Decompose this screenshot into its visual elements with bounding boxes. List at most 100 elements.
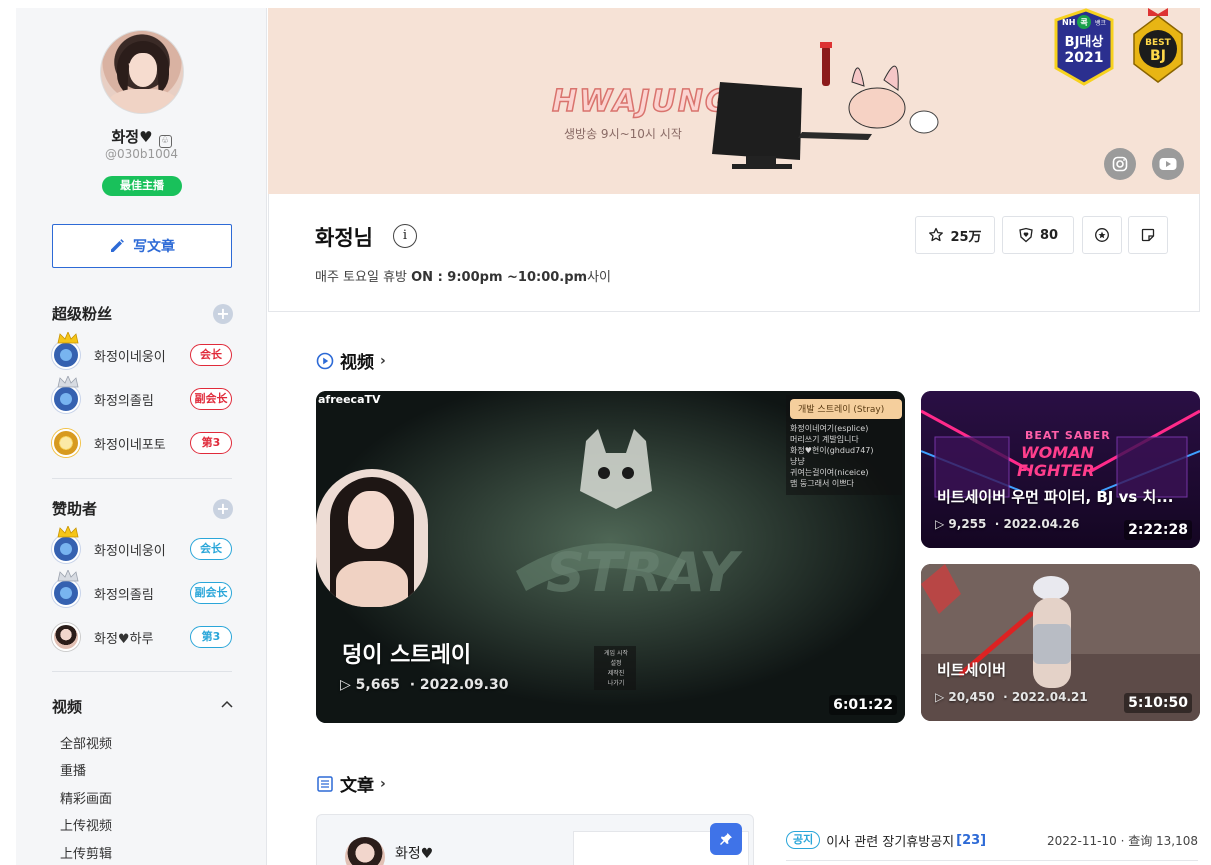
svg-text:STRAY: STRAY [546,541,743,604]
svg-text:NH: NH [1062,18,1075,27]
sponsors-add-button[interactable]: + [213,499,233,519]
sponsor-row[interactable]: 화정이네웅이 会长 [52,526,232,565]
play-circle-icon [316,352,334,369]
video-menu-title[interactable]: 视频 [52,696,82,717]
super-fan-row[interactable]: 화정이네웅이 会长 [52,332,232,371]
chevron-right-icon: › [380,775,386,792]
divider [52,478,232,479]
profile-name: 화정♥ ♧ [16,126,267,148]
fan-role-badge: 副会长 [190,582,232,604]
gold-crown-icon [57,332,79,344]
fan-avatar [52,570,80,607]
sponsors-title: 赞助者 [52,500,98,518]
menu-item-all-videos[interactable]: 全部视频 [60,733,112,752]
super-fans-add-button[interactable]: + [213,304,233,324]
fan-avatar [52,429,80,457]
post-card[interactable]: 화정♥ [316,814,754,865]
svg-text:2021: 2021 [1065,50,1104,66]
fan-avatar [52,526,80,563]
fan-role-badge: 副会长 [190,388,232,410]
svg-text:BEST: BEST [1145,38,1171,48]
posts-section-header[interactable]: 文章 › [316,771,386,796]
videos-section-header[interactable]: 视频 › [316,348,386,373]
divider [786,860,1198,861]
pencil-icon [111,239,124,252]
fan-avatar [52,623,80,651]
menu-item-highlights[interactable]: 精彩画面 [60,788,112,807]
svg-text:BJ: BJ [1150,48,1166,64]
post-author-avatar [345,837,385,865]
subscribe-button[interactable] [1082,216,1122,254]
svg-text:BJ대상: BJ대상 [1065,35,1104,50]
video-duration: 2:22:28 [1124,520,1192,540]
heart-shield-icon [1019,227,1033,243]
station-name: 화정님 [315,226,373,250]
youtube-button[interactable] [1152,148,1184,180]
fan-club-button[interactable]: 80 [1002,216,1074,254]
video-title: 비트세이버 [937,661,1007,679]
video-title: 비트세이버 우먼 파이터, BJ vs 치... [937,488,1174,506]
fan-name: 화정의졸림 [94,587,154,603]
menu-item-replay[interactable]: 重播 [60,760,86,779]
streamer-cam [316,469,428,607]
notice-meta: 2022-11-10 · 查询 13,108 [1046,833,1198,848]
notice-comment-count: [23] [956,832,987,848]
chevron-up-icon[interactable] [220,698,234,712]
video-duration: 6:01:22 [829,695,897,715]
fan-name: 화정의졸림 [94,393,154,409]
fan-role-badge: 第3 [190,432,232,454]
sponsor-row[interactable]: 화정♥하루 第3 [52,621,232,653]
instagram-button[interactable] [1104,148,1136,180]
video-meta: ▷ 20,450 · 2022.04.21 [935,690,1088,704]
banner-subtitle: 생방송 9시~10시 시작 [564,127,682,141]
fan-name: 화정이네웅이 [94,543,166,559]
profile-avatar[interactable] [100,30,184,114]
gold-crown-icon [57,526,79,538]
silver-crown-icon [57,376,79,388]
notice-title[interactable]: 이사 관련 장기휴방공지 [826,831,954,850]
chat-overlay: 화정이네여기(esplice) 머리쓰기 계발입니다 화정♥현이(ghdud74… [790,424,874,488]
super-fan-row[interactable]: 화정이네포토 第3 [52,427,232,459]
super-fans-title: 超级粉丝 [52,305,113,323]
menu-item-upload-video[interactable]: 上传视频 [60,815,112,834]
video-card[interactable]: BEAT SABER WOMAN FIGHTER 비트세이버 우먼 파이터, B… [921,391,1200,548]
info-icon[interactable]: i [393,224,417,248]
list-doc-icon [317,775,333,792]
super-fan-row[interactable]: 화정의졸림 副会长 [52,376,232,415]
sticker-icon [1141,228,1155,242]
video-card[interactable]: 비트세이버 ▷ 20,450 · 2022.04.21 5:10:50 [921,564,1200,721]
fan-avatar [52,376,80,413]
best-streamer-badge: 最佳主播 [102,176,182,196]
fan-role-badge: 会长 [190,344,232,366]
video-title: 덩이 스트레이 [342,643,472,668]
station-description: 매주 토요일 휴방 ON : 9:00pm ~10:00.pm사이 [315,270,612,285]
profile-id: @030b1004 [104,147,179,161]
video-duration: 5:10:50 [1124,693,1192,713]
favorite-button[interactable]: 25万 [915,216,995,254]
video-meta: ▷ 5,665 · 2022.09.30 [340,677,509,693]
fan-avatar [52,332,80,369]
menu-item-upload-clip[interactable]: 上传剪辑 [60,843,112,862]
banner-illustration [712,42,939,169]
silver-crown-icon [57,570,79,582]
sponsor-row[interactable]: 화정의졸림 副会长 [52,570,232,609]
page: 화정♥ ♧ @030b1004 最佳主播 写文章 超级粉丝 + 화정이네웅이 会长… [0,0,1211,865]
station-banner: HWAJUNG 생방송 9시~10시 시작 콕 NH 뱅크 BJ대상 2021 [268,8,1200,194]
instagram-icon [1112,156,1128,172]
pin-button[interactable] [710,823,742,855]
fan-role-badge: 会长 [190,538,232,560]
sticker-button[interactable] [1128,216,1168,254]
pin-icon [720,833,732,845]
post-author-name: 화정♥ [395,846,434,862]
notice-row[interactable]: 공지 이사 관련 장기휴방공지 [23] 2022-11-10 · 查询 13,… [786,828,1198,852]
video-card-main[interactable]: STRAY afreecaTV 개발 스트레이 (Stray) 화정이네여기(e… [316,391,905,723]
video-meta: ▷ 9,255 · 2022.04.26 [935,517,1080,531]
write-post-button[interactable]: 写文章 [52,224,232,268]
divider [52,671,232,672]
fan-name: 화정이네웅이 [94,349,166,365]
notice-tag: 공지 [786,831,821,849]
afreeca-watermark: afreecaTV [318,393,381,406]
fan-role-badge: 第3 [190,626,232,648]
chat-header: 개발 스트레이 (Stray) [798,405,885,415]
chevron-right-icon: › [380,352,386,369]
